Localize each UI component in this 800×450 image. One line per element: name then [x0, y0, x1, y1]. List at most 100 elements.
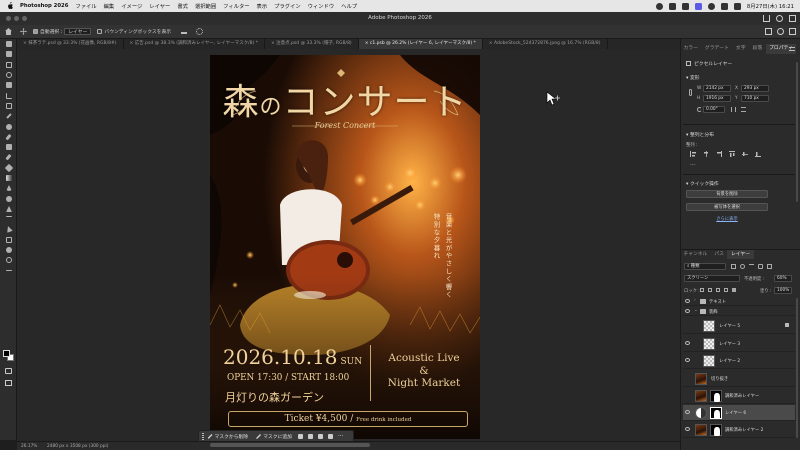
visibility-eye-icon[interactable] [685, 299, 690, 303]
visibility-eye-icon[interactable] [685, 410, 690, 414]
flip-horizontal-icon[interactable] [731, 107, 736, 112]
tab-gradient[interactable]: グラデート [701, 44, 732, 54]
visibility-eye-icon[interactable] [685, 309, 690, 313]
lock-artboard-icon[interactable] [724, 288, 728, 292]
layer-row-layer-3[interactable]: レイヤー 3 [683, 336, 795, 352]
share-icon[interactable] [763, 15, 770, 22]
blur-tool[interactable] [0, 183, 17, 193]
menu-edit[interactable]: 編集 [104, 2, 115, 10]
align-left-icon[interactable] [690, 151, 696, 157]
filter-pixel-icon[interactable] [731, 264, 736, 269]
layer-row-text-group[interactable]: › テキスト [683, 296, 795, 306]
menubar-clock[interactable]: 8月27日(木) 16:21 [747, 2, 794, 10]
crop-tool[interactable] [0, 90, 17, 100]
quick-actions-header[interactable]: ▾ クイック操作 [686, 180, 719, 187]
layer-row-layer-2[interactable]: レイヤー 2 [683, 353, 795, 369]
gear-icon[interactable] [196, 28, 204, 35]
history-brush-tool[interactable] [0, 152, 17, 162]
menu-app-name[interactable]: Photoshop 2026 [20, 3, 68, 9]
eraser-tool[interactable] [0, 163, 17, 173]
tab-paragraph[interactable]: 段落 [749, 44, 766, 54]
menu-view[interactable]: 表示 [257, 2, 268, 10]
artboard-tool[interactable] [0, 49, 17, 59]
y-input[interactable]: 710 px [741, 95, 769, 102]
status-wifi-icon[interactable] [707, 2, 715, 10]
move-tool-icon[interactable] [20, 28, 27, 35]
menu-file[interactable]: ファイル [75, 2, 96, 10]
eyedropper-tool[interactable] [0, 111, 17, 121]
gradient-tool[interactable] [0, 173, 17, 183]
tab-c1[interactable]: × c1.psb @ 26.2% (レイヤー 6, レイヤーマスク/8) * [358, 39, 483, 49]
link-dimensions-icon[interactable] [689, 89, 692, 96]
height-input[interactable]: 1916 px [703, 95, 731, 102]
menu-plugins[interactable]: プラグイン [274, 2, 301, 10]
more-icon[interactable]: ··· [338, 433, 344, 440]
clone-stamp-tool[interactable] [0, 142, 17, 152]
color-swatches[interactable] [3, 350, 14, 361]
lasso-tool[interactable] [0, 70, 17, 80]
layer-row-harmonized-2[interactable]: 調和済みレイヤー 2 [683, 422, 795, 438]
fill-input[interactable]: 100% [774, 287, 792, 294]
expand-chevron-icon[interactable]: › [694, 298, 696, 303]
screen-mode-button[interactable] [5, 380, 12, 386]
filter-smart-icon[interactable] [767, 264, 772, 269]
type-tool[interactable] [0, 214, 17, 224]
auto-select-checkbox[interactable] [33, 29, 38, 34]
flip-vertical-icon[interactable] [741, 107, 746, 112]
shape-tool[interactable] [0, 235, 17, 245]
menu-image[interactable]: イメージ [121, 2, 142, 10]
healing-brush-tool[interactable] [0, 121, 17, 131]
more-tools[interactable] [0, 266, 17, 276]
layer-mask-thumbnail[interactable] [710, 390, 722, 402]
layer-mask-thumbnail[interactable] [710, 424, 722, 436]
layer-row-harmonized[interactable]: 調和済みレイヤー [683, 388, 795, 404]
layer-mask-thumbnail[interactable] [710, 407, 722, 419]
opacity-input[interactable]: 60% [774, 275, 792, 282]
width-input[interactable]: 2142 px [703, 85, 731, 92]
align-top-icon[interactable] [729, 151, 735, 157]
quick-mask-button[interactable] [5, 368, 12, 374]
marquee-tool[interactable] [0, 60, 17, 70]
brush-tool[interactable] [0, 132, 17, 142]
menu-help[interactable]: ヘルプ [341, 2, 357, 10]
share-document-icon[interactable] [765, 28, 772, 35]
angle-input[interactable]: 0.00° [703, 106, 725, 113]
tab-ad[interactable]: × 広告.psd @ 38.3% (調和済みレイヤー, レイヤーマスク/8) * [124, 39, 265, 49]
auto-select-dropdown[interactable]: レイヤー [64, 28, 92, 35]
feather-icon[interactable] [328, 434, 334, 439]
apple-icon[interactable] [6, 2, 14, 10]
tab-notes[interactable]: × 注意点.psd @ 33.3% (帽子, RGB/8) [265, 39, 359, 49]
filter-adjustment-icon[interactable] [740, 264, 745, 269]
delete-mask-icon[interactable] [318, 434, 324, 439]
visibility-eye-icon[interactable] [685, 341, 690, 345]
tab-layers[interactable]: レイヤー [727, 250, 754, 259]
tab-adobestock[interactable]: × AdobeStock_524372876.jpeg @ 16.7% (RGB… [483, 39, 608, 49]
show-more-link[interactable]: さらに表示 [686, 216, 768, 222]
layer-row-cutout[interactable]: 切り抜き [683, 371, 795, 387]
status-screen-icon[interactable] [694, 2, 702, 10]
tab-channels[interactable]: チャンネル [680, 250, 711, 259]
invert-mask-icon[interactable] [298, 434, 304, 439]
align-right-icon[interactable] [716, 151, 722, 157]
path-select-tool[interactable] [0, 224, 17, 234]
menu-window[interactable]: ウィンドウ [308, 2, 335, 10]
panel-menu-icon[interactable] [789, 47, 795, 51]
menu-type[interactable]: 書式 [177, 2, 188, 10]
frame-tool[interactable] [0, 101, 17, 111]
layer-row-layer-5[interactable]: レイヤー 5 [683, 318, 795, 334]
zoom-tool[interactable] [0, 255, 17, 265]
hand-tool[interactable] [0, 245, 17, 255]
transform-section-header[interactable]: ▾ 変形 [686, 74, 700, 81]
menu-layer[interactable]: レイヤー [149, 2, 170, 10]
lock-pixels-icon[interactable] [708, 288, 712, 292]
align-middle-v-icon[interactable] [742, 151, 748, 157]
panel-layout-icon[interactable] [789, 28, 796, 35]
layers-scrollbar[interactable] [796, 298, 798, 438]
menu-filter[interactable]: フィルター [223, 2, 249, 10]
expand-chevron-icon[interactable]: ⌄ [694, 308, 698, 313]
visibility-eye-icon[interactable] [685, 427, 690, 431]
x-input[interactable]: 293 px [741, 85, 769, 92]
remove-background-button[interactable]: 背景を削除 [686, 190, 768, 198]
lock-all-icon[interactable] [732, 288, 736, 292]
dodge-tool[interactable] [0, 193, 17, 203]
